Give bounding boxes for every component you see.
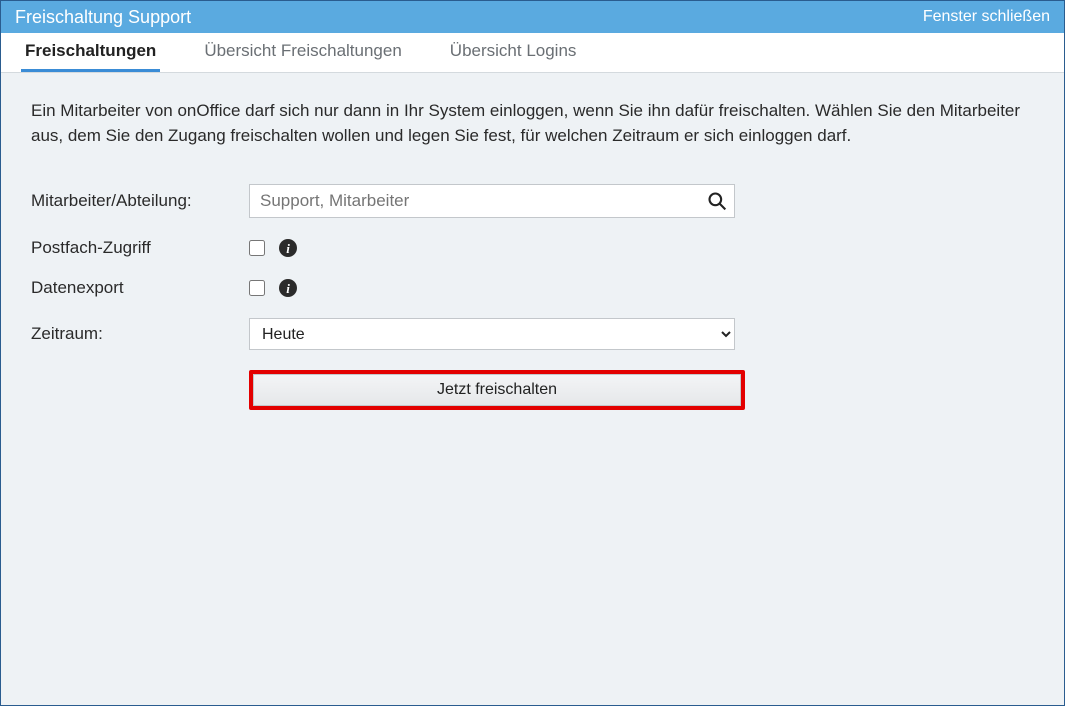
tab-uebersicht-logins[interactable]: Übersicht Logins — [446, 31, 581, 72]
info-icon[interactable]: i — [279, 279, 297, 297]
close-window-link[interactable]: Fenster schließen — [923, 8, 1050, 26]
label-mailbox-access: Postfach-Zugriff — [31, 238, 249, 258]
submit-highlight-frame: Jetzt freischalten — [249, 370, 745, 410]
tab-label: Freischaltungen — [25, 41, 156, 60]
employee-search-input[interactable] — [249, 184, 735, 218]
window-root: Freischaltung Support Fenster schließen … — [0, 0, 1065, 706]
label-employee: Mitarbeiter/Abteilung: — [31, 191, 249, 211]
tab-label: Übersicht Logins — [450, 41, 577, 60]
mailbox-access-checkbox[interactable] — [249, 240, 265, 256]
titlebar: Freischaltung Support Fenster schließen — [1, 1, 1064, 33]
data-export-checkbox[interactable] — [249, 280, 265, 296]
tab-freischaltungen[interactable]: Freischaltungen — [21, 31, 160, 72]
intro-paragraph: Ein Mitarbeiter von onOffice darf sich n… — [31, 99, 1031, 148]
label-data-export: Datenexport — [31, 278, 249, 298]
row-period: Zeitraum: Heute — [31, 318, 1034, 350]
info-icon[interactable]: i — [279, 239, 297, 257]
tab-uebersicht-freischaltungen[interactable]: Übersicht Freischaltungen — [200, 31, 405, 72]
window-title: Freischaltung Support — [15, 7, 191, 28]
tab-bar: Freischaltungen Übersicht Freischaltunge… — [1, 33, 1064, 73]
row-mailbox-access: Postfach-Zugriff i — [31, 238, 1034, 258]
employee-search-wrap — [249, 184, 735, 218]
period-select-wrap: Heute — [249, 318, 735, 350]
period-select[interactable]: Heute — [249, 318, 735, 350]
row-employee: Mitarbeiter/Abteilung: — [31, 184, 1034, 218]
submit-row: Jetzt freischalten — [249, 370, 1034, 410]
data-export-controls: i — [249, 279, 297, 297]
mailbox-access-controls: i — [249, 239, 297, 257]
activate-now-button[interactable]: Jetzt freischalten — [253, 374, 741, 406]
content-area: Ein Mitarbeiter von onOffice darf sich n… — [1, 73, 1064, 705]
row-data-export: Datenexport i — [31, 278, 1034, 298]
tab-label: Übersicht Freischaltungen — [204, 41, 401, 60]
label-period: Zeitraum: — [31, 324, 249, 344]
